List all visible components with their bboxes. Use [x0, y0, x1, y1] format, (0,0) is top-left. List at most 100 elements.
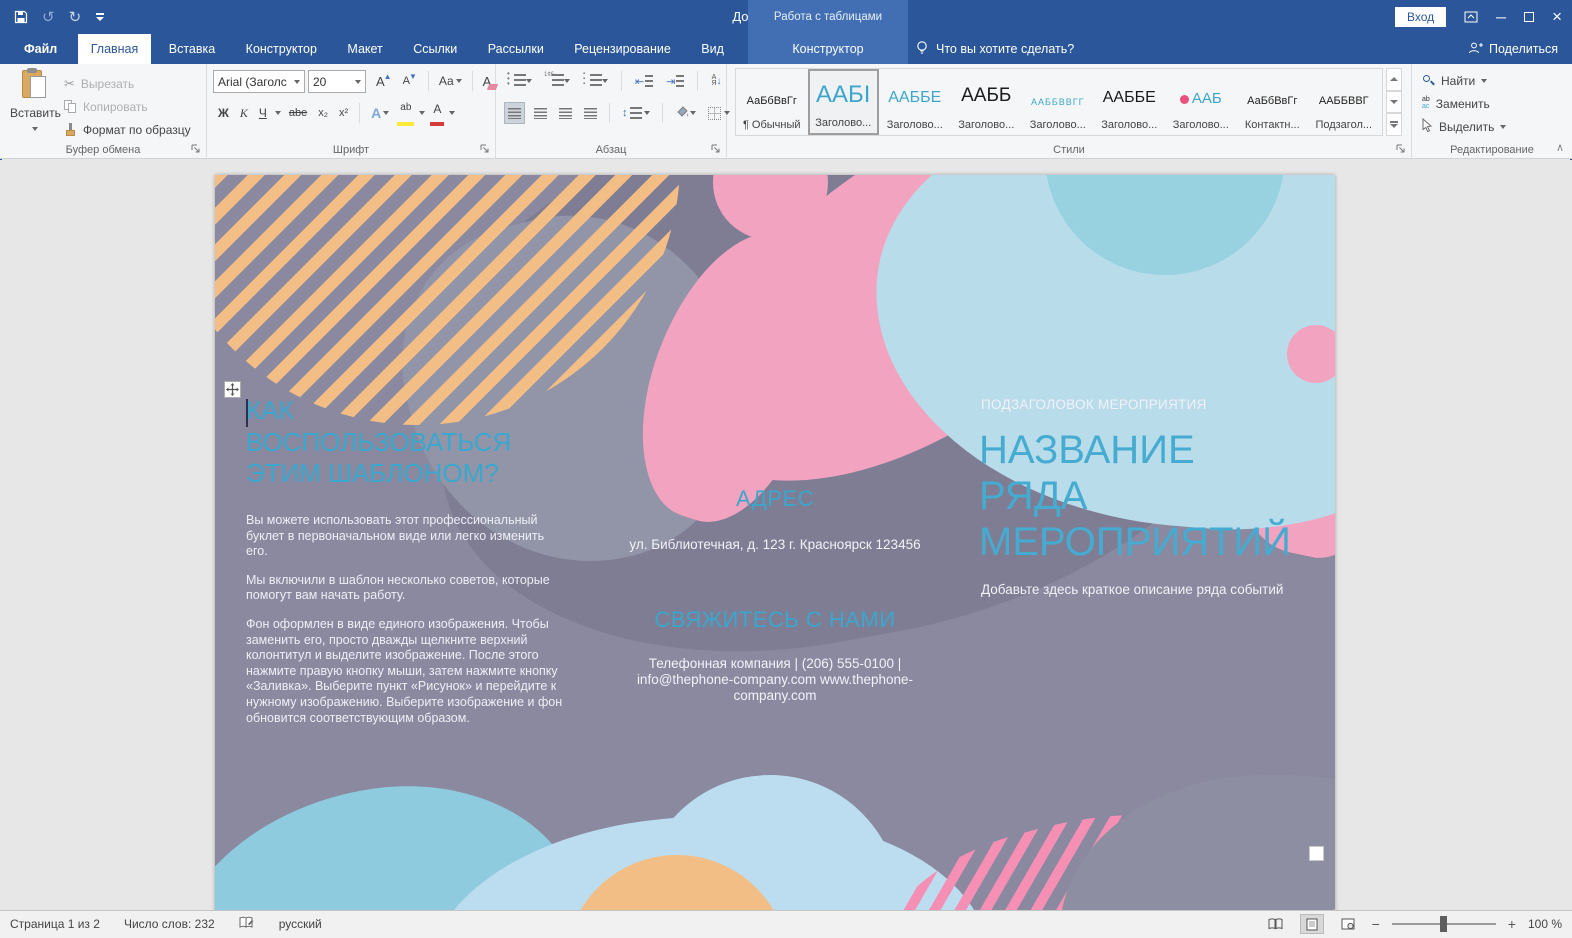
- style-contact-info[interactable]: АаБбВвГг Контактн...: [1237, 69, 1309, 135]
- tab-table-design[interactable]: Конструктор: [779, 34, 876, 64]
- minimize-button[interactable]: ─: [1496, 9, 1506, 25]
- select-dropdown-icon[interactable]: [1500, 125, 1506, 129]
- change-case-dropdown-icon[interactable]: [456, 79, 462, 83]
- ribbon-display-options-icon[interactable]: [1464, 10, 1478, 24]
- page-count-indicator[interactable]: Страница 1 из 2: [10, 917, 100, 931]
- document-page[interactable]: КАК ВОСПОЛЬЗОВАТЬСЯ ЭТИМ ШАБЛОНОМ? Вы мо…: [215, 175, 1335, 910]
- event-subtitle[interactable]: ПОДЗАГОЛОВОК МЕРОПРИЯТИЯ: [981, 397, 1311, 412]
- body-paragraph[interactable]: Фон оформлен в виде единого изображения.…: [246, 617, 568, 726]
- bullets-button[interactable]: [504, 70, 535, 92]
- find-button[interactable]: Найти: [1422, 72, 1487, 89]
- align-right-button[interactable]: [556, 102, 575, 124]
- cut-button[interactable]: ✂ Вырезать: [64, 72, 191, 95]
- subscript-button[interactable]: х₂: [315, 102, 331, 124]
- tab-design[interactable]: Конструктор: [233, 34, 330, 64]
- style-normal[interactable]: АаБбВвГг ¶ Обычный: [736, 69, 808, 135]
- increase-indent-button[interactable]: ⇥: [663, 70, 687, 92]
- address-heading[interactable]: АДРЕС: [610, 486, 940, 512]
- highlight-button[interactable]: ab: [397, 102, 414, 124]
- bold-button[interactable]: Ж: [215, 102, 232, 124]
- style-heading5[interactable]: ААББЕ Заголово...: [1094, 69, 1166, 135]
- paste-button[interactable]: Вставить: [10, 68, 60, 152]
- clipboard-dialog-launcher-icon[interactable]: [191, 144, 203, 156]
- replace-button[interactable]: abac Заменить: [1422, 95, 1490, 112]
- tab-view[interactable]: Вид: [688, 34, 737, 64]
- multilevel-list-button[interactable]: [580, 70, 611, 92]
- style-heading4[interactable]: ААББВВГГ Заголово...: [1022, 69, 1094, 135]
- tab-file[interactable]: Файл: [8, 34, 73, 64]
- font-color-dropdown-icon[interactable]: [449, 111, 455, 115]
- numbering-dropdown-icon[interactable]: [564, 79, 570, 83]
- underline-button[interactable]: Ч: [256, 102, 270, 124]
- multilevel-dropdown-icon[interactable]: [602, 79, 608, 83]
- format-painter-button[interactable]: Формат по образцу: [64, 118, 191, 141]
- styles-scroll-up-icon[interactable]: [1386, 68, 1402, 91]
- tab-home[interactable]: Главная: [78, 34, 152, 64]
- copy-button[interactable]: Копировать: [64, 95, 191, 118]
- superscript-button[interactable]: х²: [336, 102, 351, 124]
- body-paragraph[interactable]: Мы включили в шаблон несколько советов, …: [246, 573, 568, 604]
- tab-layout[interactable]: Макет: [334, 34, 395, 64]
- strikethrough-button[interactable]: abe: [286, 102, 310, 124]
- zoom-level-indicator[interactable]: 100 %: [1528, 917, 1562, 931]
- change-case-button[interactable]: Аа: [436, 70, 465, 92]
- style-subtitle[interactable]: ААББВВГ Подзагол...: [1308, 69, 1380, 135]
- numbering-button[interactable]: [542, 70, 573, 92]
- web-layout-icon[interactable]: [1336, 914, 1360, 934]
- font-dialog-launcher-icon[interactable]: [480, 144, 492, 156]
- styles-scroll-down-icon[interactable]: [1386, 91, 1402, 114]
- shading-dropdown-icon[interactable]: [690, 111, 696, 115]
- contact-heading[interactable]: СВЯЖИТЕСЬ С НАМИ: [610, 607, 940, 633]
- styles-gallery-more-icon[interactable]: [1386, 113, 1402, 136]
- left-column-body[interactable]: Вы можете использовать этот профессионал…: [246, 513, 568, 739]
- resize-handle[interactable]: [1309, 846, 1324, 861]
- style-heading6[interactable]: ААБ Заголово...: [1165, 69, 1237, 135]
- style-heading2[interactable]: ААББЕ Заголово...: [879, 69, 951, 135]
- italic-button[interactable]: К: [237, 102, 251, 124]
- highlight-dropdown-icon[interactable]: [419, 111, 425, 115]
- print-layout-icon[interactable]: [1300, 914, 1324, 934]
- language-indicator[interactable]: русский: [279, 917, 322, 931]
- font-size-dropdown-icon[interactable]: [355, 80, 361, 84]
- event-series-title[interactable]: НАЗВАНИЕ РЯДА МЕРОПРИЯТИЙ: [979, 427, 1304, 565]
- proofing-status-icon[interactable]: [239, 916, 255, 933]
- text-effects-button[interactable]: А: [368, 102, 392, 124]
- justify-button[interactable]: [581, 102, 600, 124]
- paste-dropdown-icon[interactable]: [32, 127, 38, 131]
- shading-button[interactable]: [672, 102, 699, 124]
- decrease-indent-button[interactable]: ⇤: [632, 70, 656, 92]
- zoom-slider[interactable]: [1392, 923, 1496, 925]
- tell-me-box[interactable]: Что вы хотите сделать?: [915, 34, 1074, 64]
- address-text[interactable]: ул. Библиотечная, д. 123 г. Красноярск 1…: [610, 537, 940, 552]
- body-paragraph[interactable]: Вы можете использовать этот профессионал…: [246, 513, 568, 560]
- table-move-handle[interactable]: [224, 381, 241, 398]
- close-button[interactable]: ×: [1552, 7, 1562, 27]
- grow-font-button[interactable]: А▲: [373, 70, 396, 92]
- style-heading3[interactable]: ААББ Заголово...: [951, 69, 1023, 135]
- align-left-button[interactable]: [504, 102, 525, 124]
- text-effects-dropdown-icon[interactable]: [383, 111, 389, 115]
- shrink-font-button[interactable]: А▼: [400, 70, 421, 92]
- contact-text[interactable]: Телефонная компания | (206) 555-0100 | i…: [635, 656, 915, 704]
- line-spacing-button[interactable]: ↕: [619, 102, 653, 124]
- document-area[interactable]: КАК ВОСПОЛЬЗОВАТЬСЯ ЭТИМ ШАБЛОНОМ? Вы мо…: [0, 160, 1572, 910]
- zoom-in-button[interactable]: +: [1508, 916, 1516, 932]
- font-size-combo[interactable]: 20: [308, 70, 366, 93]
- underline-dropdown-icon[interactable]: [275, 111, 281, 115]
- line-spacing-dropdown-icon[interactable]: [644, 111, 650, 115]
- zoom-out-button[interactable]: −: [1372, 916, 1380, 932]
- font-family-dropdown-icon[interactable]: [294, 80, 300, 84]
- style-heading1-selected[interactable]: ААБІ Заголово...: [808, 69, 880, 135]
- collapse-ribbon-icon[interactable]: ∧: [1556, 141, 1564, 154]
- share-button[interactable]: Поделиться: [1468, 34, 1558, 64]
- tab-insert[interactable]: Вставка: [156, 34, 228, 64]
- paragraph-dialog-launcher-icon[interactable]: [711, 144, 723, 156]
- tab-review[interactable]: Рецензирование: [561, 34, 684, 64]
- left-column-heading[interactable]: КАК ВОСПОЛЬЗОВАТЬСЯ ЭТИМ ШАБЛОНОМ?: [246, 395, 541, 490]
- find-dropdown-icon[interactable]: [1481, 79, 1487, 83]
- maximize-button[interactable]: [1524, 12, 1534, 22]
- align-center-button[interactable]: [531, 102, 550, 124]
- sign-in-button[interactable]: Вход: [1395, 7, 1446, 27]
- sort-button[interactable]: АЯ ↓: [708, 70, 724, 92]
- styles-dialog-launcher-icon[interactable]: [1396, 144, 1408, 156]
